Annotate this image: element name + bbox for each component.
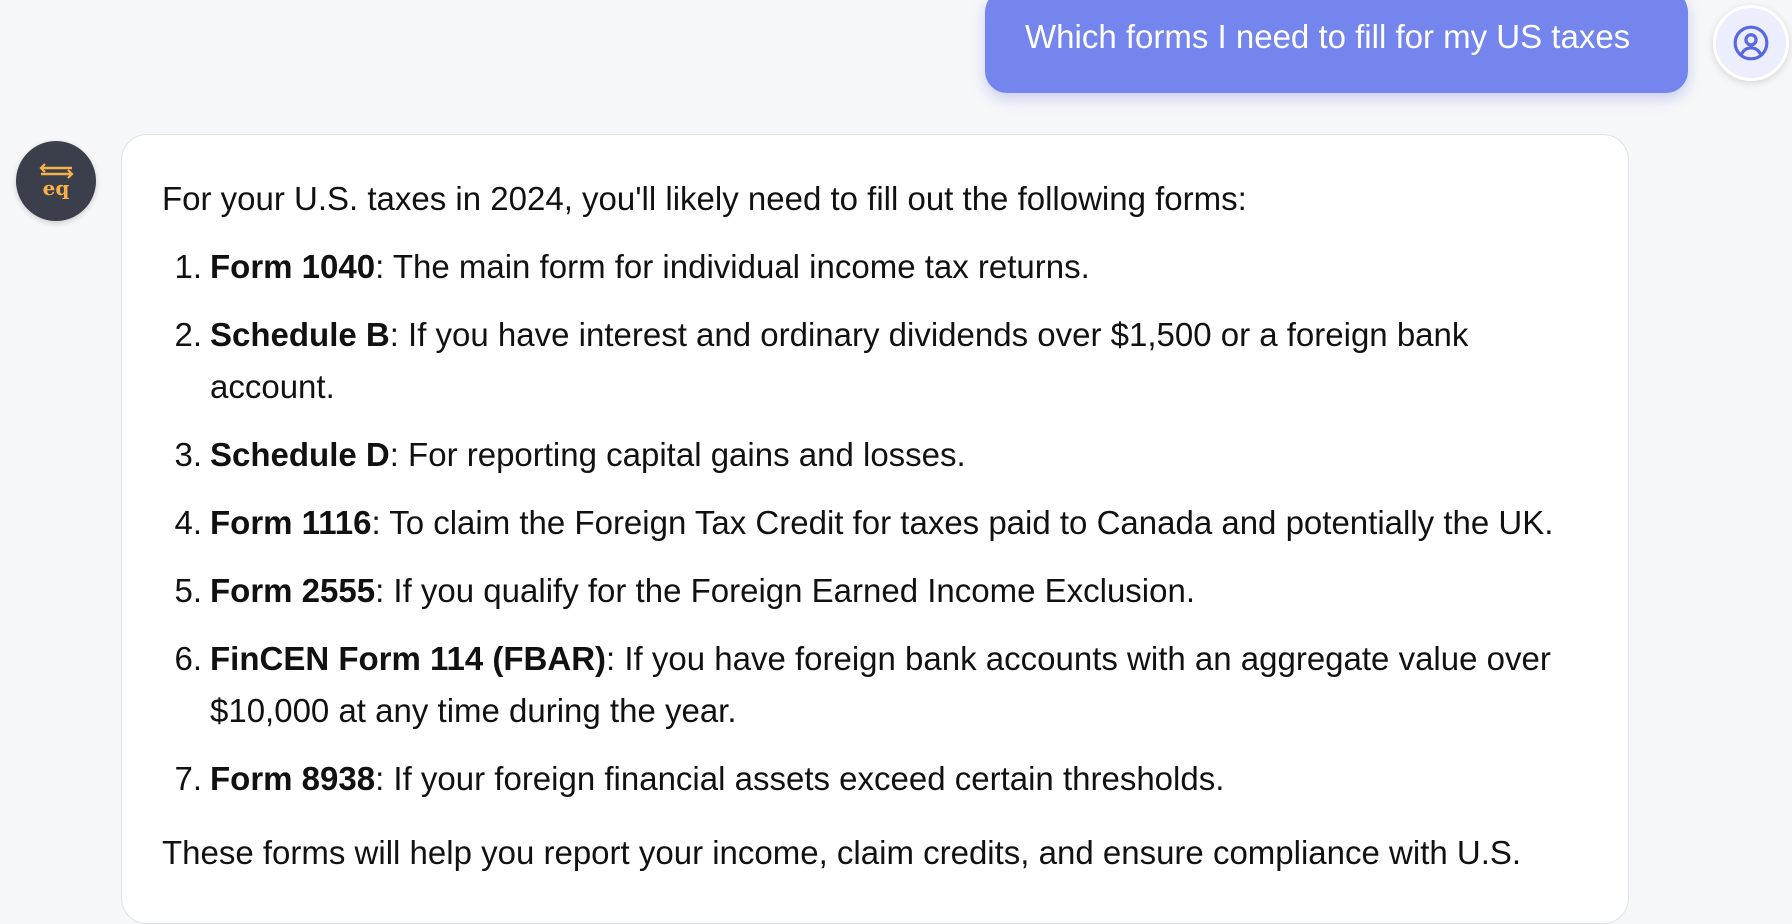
form-list-item: 4. Form 1116: To claim the Foreign Tax C… bbox=[162, 497, 1588, 549]
form-name: Form 1116 bbox=[210, 504, 372, 541]
form-list-item: 3. Schedule D: For reporting capital gai… bbox=[162, 429, 1588, 481]
form-list-item: 2. Schedule B: If you have interest and … bbox=[162, 309, 1588, 413]
form-description: : For reporting capital gains and losses… bbox=[389, 436, 966, 473]
assistant-closing-text: These forms will help you report your in… bbox=[162, 834, 1522, 871]
form-list: 1. Form 1040: The main form for individu… bbox=[162, 241, 1588, 805]
item-number: 3. bbox=[174, 436, 202, 473]
form-name: Schedule D bbox=[210, 436, 390, 473]
assistant-message-card: For your U.S. taxes in 2024, you'll like… bbox=[121, 134, 1629, 924]
user-avatar[interactable] bbox=[1713, 5, 1789, 81]
user-circle-icon bbox=[1733, 25, 1769, 61]
item-number: 1. bbox=[174, 248, 202, 285]
form-description: : If you have interest and ordinary divi… bbox=[210, 316, 1469, 405]
form-description: : If you qualify for the Foreign Earned … bbox=[375, 572, 1196, 609]
form-name: Form 1040 bbox=[210, 248, 376, 285]
user-message-text: Which forms I need to fill for my US tax… bbox=[1025, 18, 1631, 55]
assistant-intro-text: For your U.S. taxes in 2024, you'll like… bbox=[162, 180, 1247, 217]
form-name: Form 2555 bbox=[210, 572, 376, 609]
user-message-bubble: Which forms I need to fill for my US tax… bbox=[985, 0, 1688, 93]
item-number: 7. bbox=[174, 760, 202, 797]
form-description: : The main form for individual income ta… bbox=[375, 248, 1090, 285]
item-number: 2. bbox=[174, 316, 202, 353]
form-name: Schedule B bbox=[210, 316, 390, 353]
item-number: 6. bbox=[174, 640, 202, 677]
form-list-item: 6. FinCEN Form 114 (FBAR): If you have f… bbox=[162, 633, 1588, 737]
form-name: FinCEN Form 114 (FBAR) bbox=[210, 640, 607, 677]
form-list-item: 5. Form 2555: If you qualify for the For… bbox=[162, 565, 1588, 617]
item-number: 4. bbox=[174, 504, 202, 541]
eq-logo-icon: eq bbox=[39, 163, 74, 200]
form-list-item: 7. Form 8938: If your foreign financial … bbox=[162, 753, 1588, 805]
svg-text:eq: eq bbox=[43, 176, 70, 200]
form-name: Form 8938 bbox=[210, 760, 376, 797]
assistant-avatar: eq bbox=[16, 141, 96, 221]
form-description: : To claim the Foreign Tax Credit for ta… bbox=[371, 504, 1554, 541]
form-list-item: 1. Form 1040: The main form for individu… bbox=[162, 241, 1588, 293]
item-number: 5. bbox=[174, 572, 202, 609]
form-description: : If your foreign financial assets excee… bbox=[375, 760, 1225, 797]
